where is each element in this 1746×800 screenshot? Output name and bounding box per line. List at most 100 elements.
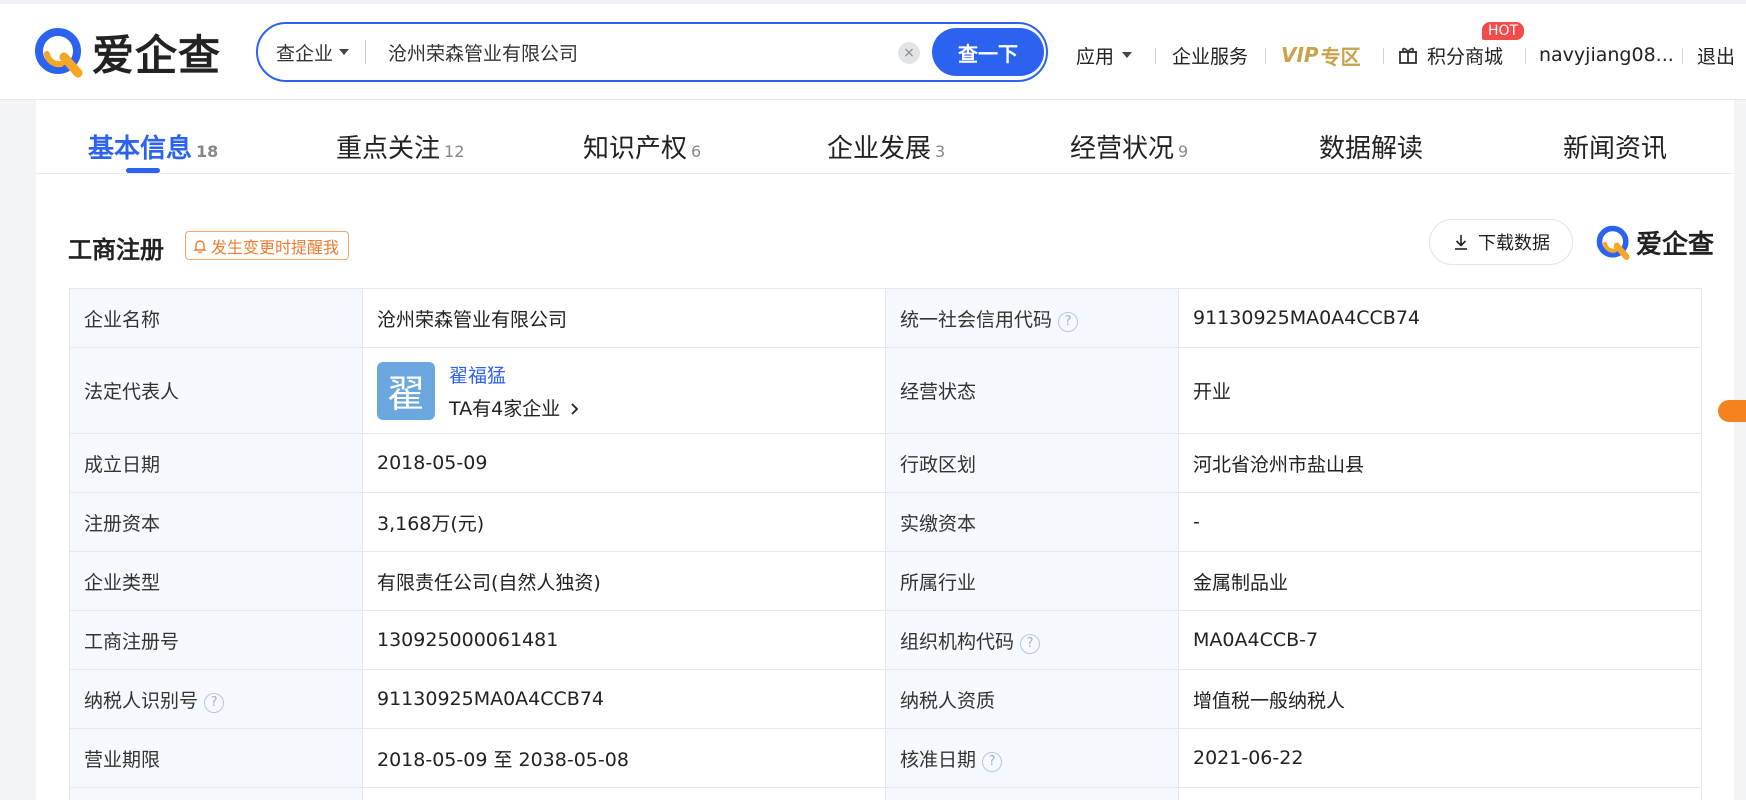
nav-divider: [1265, 48, 1266, 64]
registration-table: 企业名称 沧州荣森管业有限公司 统一社会信用代码? 91130925MA0A4C…: [69, 288, 1702, 800]
table-row: 企业名称 沧州荣森管业有限公司 统一社会信用代码? 91130925MA0A4C…: [69, 288, 1702, 348]
field-label: 组织机构代码?: [885, 610, 1179, 670]
download-data-button[interactable]: 下载数据: [1429, 219, 1573, 265]
field-label: 注册资本: [69, 492, 363, 552]
company-name-value: 沧州荣森管业有限公司: [362, 288, 886, 348]
tab-development[interactable]: 企业发展 3: [827, 128, 945, 165]
table-row: 成立日期 2018-05-09 行政区划 河北省沧州市盐山县: [69, 433, 1702, 493]
field-label: 纳税人识别号?: [69, 669, 363, 729]
search-input[interactable]: [388, 32, 888, 72]
registration-number-value: 130925000061481: [362, 610, 886, 670]
tab-count: 18: [196, 142, 219, 161]
tab-key-focus[interactable]: 重点关注 12: [336, 128, 464, 165]
table-row: 企业类型 有限责任公司(自然人独资) 所属行业 金属制品业: [69, 551, 1702, 611]
industry-value: 金属制品业: [1178, 551, 1702, 611]
tab-label: 基本信息: [88, 134, 193, 164]
nav-divider: [1525, 48, 1526, 64]
nav-vip-zone[interactable]: VIP 专区: [1281, 40, 1361, 70]
brand-watermark: 爱企查: [1596, 224, 1714, 261]
gift-icon: [1399, 47, 1417, 64]
field-label: 纳税人资质: [885, 669, 1179, 729]
aiqicha-logo-icon: [35, 27, 83, 77]
table-row: 注册资本 3,168万(元) 实缴资本 -: [69, 492, 1702, 552]
tab-count: 6: [691, 142, 702, 161]
help-icon[interactable]: ?: [982, 751, 1003, 772]
table-row: 法定代表人 翟 翟福猛 TA有4家企业 经营状态 开业: [69, 347, 1702, 434]
field-label: 经营状态: [885, 347, 1179, 434]
founded-date-value: 2018-05-09: [362, 433, 886, 493]
related-companies-link[interactable]: TA有4家企业: [449, 394, 581, 421]
hot-badge: HOT: [1482, 22, 1525, 40]
legal-rep-name-link[interactable]: 翟福猛: [449, 361, 581, 388]
field-label-text: 纳税人识别号: [84, 689, 199, 712]
vip-zone-label: 专区: [1320, 44, 1361, 69]
reminder-label: 发生变更时提醒我: [211, 237, 340, 257]
clear-icon[interactable]: ×: [898, 42, 920, 64]
table-row: 纳税人识别号? 91130925MA0A4CCB74 纳税人资质 增值税一般纳税…: [69, 669, 1702, 729]
field-label-text: 核准日期: [900, 748, 977, 771]
top-header: 爱企查 查企业 × 查一下 应用 企业服务 VIP 专区 积分商城 HOT na…: [0, 0, 1746, 100]
brand-text: 爱企查: [1636, 230, 1715, 260]
tab-intellectual-property[interactable]: 知识产权 6: [583, 128, 701, 165]
nav-points-mall[interactable]: 积分商城: [1398, 40, 1503, 70]
tab-operations[interactable]: 经营状况 9: [1070, 128, 1188, 165]
taxpayer-id-value: 91130925MA0A4CCB74: [362, 669, 886, 729]
section-title: 工商注册: [68, 236, 164, 264]
points-mall-label: 积分商城: [1427, 45, 1504, 68]
status-value: 开业: [1178, 347, 1702, 434]
help-icon[interactable]: ?: [1020, 633, 1041, 654]
tab-count: 3: [935, 142, 946, 161]
approval-date-value: 2021-06-22: [1178, 728, 1702, 788]
field-label-text: 组织机构代码: [900, 630, 1015, 653]
nav-apps[interactable]: 应用: [1076, 40, 1133, 70]
business-term-value: 2018-05-09 至 2038-05-08: [362, 728, 886, 788]
tab-count: 12: [444, 142, 465, 161]
paid-capital-value: -: [1178, 492, 1702, 552]
chevron-down-icon: [1122, 52, 1133, 58]
avatar[interactable]: 翟: [377, 361, 435, 420]
tab-data-insights[interactable]: 数据解读: [1319, 128, 1423, 165]
search-bar: 查企业 × 查一下: [256, 22, 1048, 82]
tab-label: 数据解读: [1319, 134, 1424, 164]
credit-code-value: 91130925MA0A4CCB74: [1178, 288, 1702, 348]
search-type-select[interactable]: 查企业: [276, 24, 350, 80]
tab-bar: 基本信息 18 重点关注 12 知识产权 6 企业发展 3 经营状况 9 数据解读 新闻资…: [36, 100, 1734, 174]
field-label: 成立日期: [69, 433, 363, 493]
company-info-card: 基本信息 18 重点关注 12 知识产权 6 企业发展 3 经营状况 9 数据解读 新闻资…: [36, 100, 1734, 800]
help-icon[interactable]: ?: [204, 692, 225, 713]
chevron-right-icon: [571, 402, 579, 415]
tab-basic-info[interactable]: 基本信息 18: [88, 128, 218, 165]
logout-link[interactable]: 退出: [1697, 40, 1735, 70]
active-tab-indicator: [126, 168, 160, 173]
field-label: 核准日期?: [885, 728, 1179, 788]
search-divider: [365, 40, 366, 64]
change-reminder-button[interactable]: 发生变更时提醒我: [185, 231, 350, 260]
related-companies-label: TA有4家企业: [449, 397, 561, 420]
nav-divider: [1682, 48, 1683, 64]
legal-representative: 翟 翟福猛 TA有4家企业: [377, 361, 871, 421]
user-menu[interactable]: navyjiang08...: [1539, 40, 1674, 70]
site-logo[interactable]: 爱企查: [34, 22, 221, 83]
tab-label: 知识产权: [583, 134, 688, 164]
tab-news[interactable]: 新闻资讯: [1563, 128, 1667, 165]
table-row: [69, 787, 1702, 800]
company-type-value: 有限责任公司(自然人独资): [362, 551, 886, 611]
bell-icon: [193, 239, 207, 253]
table-row: 工商注册号 130925000061481 组织机构代码? MA0A4CCB-7: [69, 610, 1702, 670]
nav-divider: [1383, 48, 1384, 64]
floating-side-tab[interactable]: [1718, 400, 1746, 422]
org-code-value: MA0A4CCB-7: [1178, 610, 1702, 670]
aiqicha-logo-icon: [1596, 225, 1630, 260]
registered-capital-value: 3,168万(元): [362, 492, 886, 552]
nav-apps-label: 应用: [1076, 45, 1115, 68]
table-row: 营业期限 2018-05-09 至 2038-05-08 核准日期? 2021-…: [69, 728, 1702, 788]
download-icon: [1455, 235, 1467, 250]
field-label: 行政区划: [885, 433, 1179, 493]
search-button[interactable]: 查一下: [932, 28, 1044, 76]
help-icon[interactable]: ?: [1058, 311, 1079, 332]
tab-label: 企业发展: [827, 134, 932, 164]
field-label: 企业类型: [69, 551, 363, 611]
region-value: 河北省沧州市盐山县: [1178, 433, 1702, 493]
legal-rep-cell: 翟 翟福猛 TA有4家企业: [362, 347, 886, 434]
nav-enterprise-service[interactable]: 企业服务: [1172, 40, 1248, 70]
